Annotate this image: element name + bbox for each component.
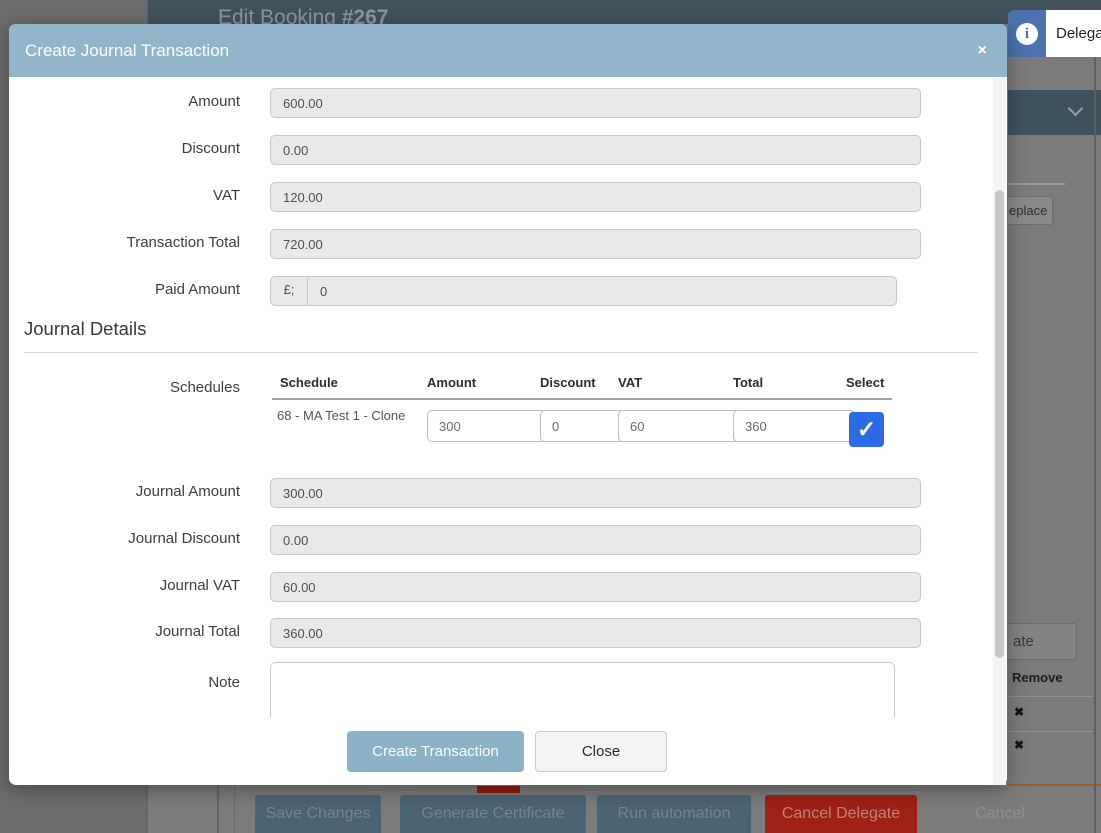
- journal-total-input: [270, 618, 921, 648]
- cancel-delegate-button: Cancel Delegate: [765, 795, 917, 833]
- journal-vat-input: [270, 572, 921, 602]
- remove-row-icon: ✖: [1014, 738, 1024, 752]
- table-header-divider: [272, 398, 892, 400]
- currency-prefix: £;: [271, 277, 308, 305]
- schedule-vat-input[interactable]: [618, 410, 740, 442]
- page-title: Edit Booking #267: [218, 0, 718, 24]
- page-title-text: Edit Booking: [218, 6, 342, 24]
- amount-input: [270, 88, 921, 118]
- info-button[interactable]: i: [1008, 10, 1046, 57]
- col-header-discount: Discount: [540, 375, 596, 390]
- update-button-partial: ate: [1008, 623, 1077, 660]
- divider: [1008, 696, 1093, 697]
- panel-right-border: [1094, 57, 1096, 833]
- schedule-row-name: 68 - MA Test 1 - Clone: [277, 408, 405, 423]
- info-icon: i: [1016, 23, 1038, 45]
- create-transaction-button[interactable]: Create Transaction: [347, 731, 524, 772]
- paid-amount-label: Paid Amount: [9, 276, 240, 304]
- journal-total-label: Journal Total: [9, 618, 240, 646]
- discount-input: [270, 135, 921, 165]
- journal-discount-input: [270, 525, 921, 555]
- screen: { "icons": { "close": "×", "check": "✓",…: [0, 0, 1101, 833]
- col-header-select: Select: [846, 375, 884, 390]
- journal-vat-label: Journal VAT: [9, 572, 240, 600]
- section-divider: [24, 352, 978, 353]
- col-header-amount: Amount: [427, 375, 476, 390]
- divider: [217, 785, 219, 833]
- transaction-total-input: [270, 229, 921, 259]
- divider: [1008, 183, 1065, 185]
- amount-label: Amount: [9, 88, 240, 116]
- chevron-down-icon: [1068, 101, 1084, 117]
- vat-label: VAT: [9, 182, 240, 210]
- schedule-total-input[interactable]: [733, 410, 855, 442]
- col-header-vat: VAT: [618, 375, 642, 390]
- remove-column-header: Remove: [1012, 668, 1063, 688]
- journal-amount-input: [270, 478, 921, 508]
- journal-amount-label: Journal Amount: [9, 478, 240, 506]
- vat-input: [270, 182, 921, 212]
- schedule-amount-input[interactable]: [427, 410, 547, 442]
- close-icon[interactable]: ×: [978, 42, 991, 60]
- delegate-tab-partial: Delegat: [1046, 10, 1101, 57]
- schedule-select-checkbox[interactable]: ✓: [849, 412, 884, 447]
- modal-header: Create Journal Transaction ×: [9, 24, 1007, 77]
- modal-scrollbar-track[interactable]: [993, 77, 1006, 785]
- modal-close-button[interactable]: Close: [535, 731, 667, 772]
- checkbox-check-icon: ✓: [857, 416, 876, 443]
- discount-label: Discount: [9, 135, 240, 163]
- create-journal-transaction-modal: Create Journal Transaction × Amount Disc…: [9, 24, 1007, 785]
- modal-scrollbar-thumb[interactable]: [995, 190, 1004, 658]
- run-automation-button: Run automation: [597, 795, 751, 833]
- journal-details-heading: Journal Details: [24, 318, 146, 340]
- col-header-schedule: Schedule: [280, 375, 338, 390]
- note-label: Note: [9, 669, 240, 697]
- transaction-total-label: Transaction Total: [9, 229, 240, 257]
- cancel-button: Cancel: [955, 795, 1045, 833]
- remove-row-icon: ✖: [1014, 705, 1024, 719]
- divider: [1008, 731, 1093, 732]
- col-header-total: Total: [733, 375, 763, 390]
- paid-amount-group: £;: [270, 276, 897, 306]
- note-textarea[interactable]: [270, 662, 895, 718]
- journal-discount-label: Journal Discount: [9, 525, 240, 553]
- panel-border-orange: [1008, 784, 1101, 786]
- schedules-label: Schedules: [9, 374, 240, 402]
- replace-button: eplace: [1008, 196, 1053, 225]
- generate-certificate-button: Generate Certificate: [400, 795, 586, 833]
- modal-title: Create Journal Transaction: [25, 41, 978, 61]
- page-title-number: #267: [342, 6, 389, 24]
- divider: [234, 785, 235, 833]
- background-panel-header: [1008, 90, 1101, 135]
- paid-amount-input: [308, 277, 896, 305]
- red-fragment: [477, 786, 520, 793]
- save-changes-button: Save Changes: [255, 795, 381, 833]
- schedule-discount-input[interactable]: [540, 410, 626, 442]
